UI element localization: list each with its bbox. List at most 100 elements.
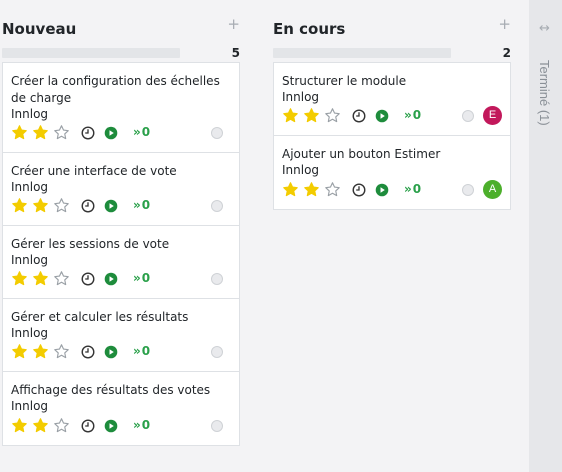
star-icon[interactable] bbox=[32, 417, 49, 434]
status-radio[interactable] bbox=[211, 200, 223, 212]
collapsed-column-termine[interactable]: ↔ Terminé (1) bbox=[529, 0, 562, 472]
counter-value: 0 bbox=[141, 344, 151, 358]
card-project: Innlog bbox=[11, 180, 49, 194]
task-card[interactable]: Créer une interface de vote Innlog » 0 bbox=[3, 153, 239, 226]
counter-value: 0 bbox=[412, 182, 422, 196]
star-icon[interactable] bbox=[32, 270, 49, 287]
task-card[interactable]: Gérer et calculer les résultats Innlog » 0 bbox=[3, 299, 239, 372]
task-card[interactable]: Ajouter un bouton Estimer Innlog » 0 A bbox=[274, 136, 510, 209]
status-radio[interactable] bbox=[211, 346, 223, 358]
counter-value: 0 bbox=[141, 125, 151, 139]
card-project: Innlog bbox=[11, 253, 49, 267]
double-chevron-right-icon: » bbox=[133, 344, 141, 358]
column-header: Nouveau + 5 bbox=[0, 0, 242, 62]
star-icon[interactable] bbox=[32, 124, 49, 141]
clock-icon[interactable] bbox=[352, 183, 366, 197]
card-project: Innlog bbox=[11, 107, 49, 121]
priority-stars bbox=[11, 417, 74, 435]
column-count: 2 bbox=[502, 46, 511, 60]
star-icon[interactable] bbox=[282, 107, 299, 124]
star-icon[interactable] bbox=[53, 197, 70, 214]
clock-icon[interactable] bbox=[81, 419, 95, 433]
task-card[interactable]: Créer la configuration des échelles de c… bbox=[3, 63, 239, 153]
star-icon[interactable] bbox=[53, 270, 70, 287]
card-project: Innlog bbox=[11, 399, 49, 413]
card-title: Structurer le module bbox=[282, 74, 407, 88]
star-icon[interactable] bbox=[11, 343, 28, 360]
column-count: 5 bbox=[231, 46, 240, 60]
star-icon[interactable] bbox=[282, 181, 299, 198]
play-circle-icon[interactable] bbox=[104, 199, 118, 213]
avatar[interactable]: E bbox=[483, 106, 502, 125]
activity-counter: » 0 bbox=[133, 271, 150, 285]
play-circle-icon[interactable] bbox=[375, 183, 389, 197]
double-chevron-right-icon: » bbox=[404, 182, 412, 196]
play-circle-icon[interactable] bbox=[104, 126, 118, 140]
card-project: Innlog bbox=[282, 90, 320, 104]
task-card[interactable]: Affichage des résultats des votes Innlog »… bbox=[3, 372, 239, 445]
status-radio[interactable] bbox=[462, 110, 474, 122]
priority-stars bbox=[11, 197, 74, 215]
star-icon[interactable] bbox=[11, 124, 28, 141]
column-header: En cours + 2 bbox=[271, 0, 513, 62]
status-radio[interactable] bbox=[211, 127, 223, 139]
column-nouveau: Nouveau + 5 Créer la configuration des é… bbox=[0, 0, 242, 446]
double-chevron-right-icon: » bbox=[404, 108, 412, 122]
star-icon[interactable] bbox=[32, 197, 49, 214]
task-card[interactable]: Gérer les sessions de vote Innlog » 0 bbox=[3, 226, 239, 299]
clock-icon[interactable] bbox=[352, 109, 366, 123]
column-progress-bar bbox=[2, 48, 180, 58]
double-chevron-right-icon: » bbox=[133, 418, 141, 432]
play-circle-icon[interactable] bbox=[104, 419, 118, 433]
card-title: Gérer et calculer les résultats bbox=[11, 310, 189, 324]
star-icon[interactable] bbox=[11, 197, 28, 214]
activity-counter: » 0 bbox=[133, 198, 150, 212]
star-icon[interactable] bbox=[53, 124, 70, 141]
avatar[interactable]: A bbox=[483, 180, 502, 199]
counter-value: 0 bbox=[141, 418, 151, 432]
star-icon[interactable] bbox=[11, 270, 28, 287]
star-icon[interactable] bbox=[324, 107, 341, 124]
play-circle-icon[interactable] bbox=[104, 345, 118, 359]
priority-stars bbox=[11, 343, 74, 361]
status-radio[interactable] bbox=[211, 273, 223, 285]
counter-value: 0 bbox=[141, 271, 151, 285]
card-title: Gérer les sessions de vote bbox=[11, 237, 170, 251]
play-circle-icon[interactable] bbox=[375, 109, 389, 123]
task-card[interactable]: Structurer le module Innlog » 0 E bbox=[274, 63, 510, 136]
card-footer: » 0 A bbox=[282, 180, 502, 199]
star-icon[interactable] bbox=[303, 107, 320, 124]
activity-counter: » 0 bbox=[133, 418, 150, 432]
star-icon[interactable] bbox=[324, 181, 341, 198]
star-icon[interactable] bbox=[303, 181, 320, 198]
card-title: Créer une interface de vote bbox=[11, 164, 177, 178]
clock-icon[interactable] bbox=[81, 126, 95, 140]
status-radio[interactable] bbox=[211, 420, 223, 432]
activity-counter: » 0 bbox=[404, 108, 421, 122]
star-icon[interactable] bbox=[53, 417, 70, 434]
plus-icon[interactable]: + bbox=[498, 17, 511, 32]
card-footer: » 0 bbox=[11, 343, 231, 361]
card-project: Innlog bbox=[11, 326, 49, 340]
clock-icon[interactable] bbox=[81, 272, 95, 286]
plus-icon[interactable]: + bbox=[227, 17, 240, 32]
card-footer: » 0 E bbox=[282, 106, 502, 125]
clock-icon[interactable] bbox=[81, 199, 95, 213]
play-circle-icon[interactable] bbox=[104, 272, 118, 286]
star-icon[interactable] bbox=[32, 343, 49, 360]
clock-icon[interactable] bbox=[81, 345, 95, 359]
expand-horizontal-icon[interactable]: ↔ bbox=[539, 22, 550, 35]
activity-counter: » 0 bbox=[404, 182, 421, 196]
card-list: Créer la configuration des échelles de c… bbox=[2, 62, 240, 446]
priority-stars bbox=[11, 124, 74, 142]
column-progress-bar bbox=[273, 48, 451, 58]
double-chevron-right-icon: » bbox=[133, 198, 141, 212]
card-footer: » 0 bbox=[11, 417, 231, 435]
card-title: Créer la configuration des échelles de c… bbox=[11, 74, 220, 105]
star-icon[interactable] bbox=[11, 417, 28, 434]
status-radio[interactable] bbox=[462, 184, 474, 196]
counter-value: 0 bbox=[141, 198, 151, 212]
star-icon[interactable] bbox=[53, 343, 70, 360]
card-footer: » 0 bbox=[11, 124, 231, 142]
collapsed-column-label: Terminé (1) bbox=[537, 60, 552, 126]
